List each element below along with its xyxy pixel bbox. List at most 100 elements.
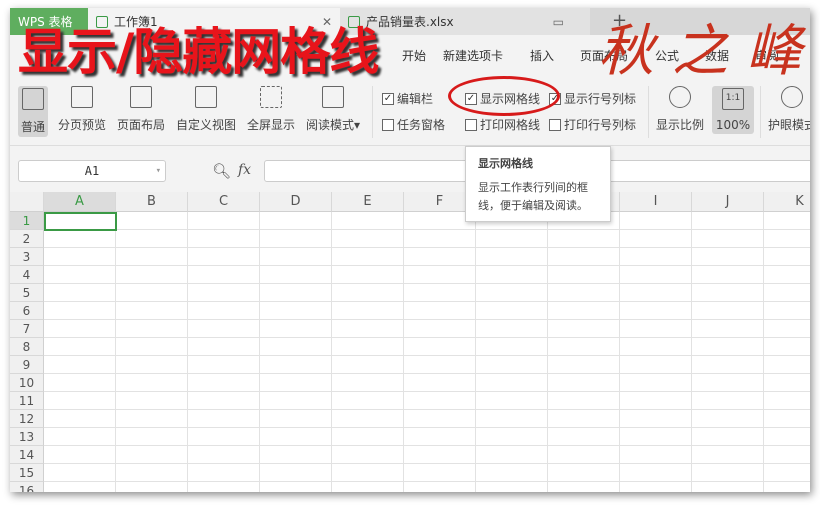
one-to-one-icon: 1:1 — [722, 88, 744, 110]
active-cell-a1[interactable] — [44, 212, 117, 231]
label: 编辑栏 — [397, 92, 434, 106]
row-header[interactable]: 6 — [10, 302, 44, 320]
gridline — [115, 212, 116, 492]
column-header[interactable]: E — [332, 192, 404, 212]
divider — [372, 86, 373, 138]
row-header[interactable]: 3 — [10, 248, 44, 266]
gridline — [44, 337, 810, 338]
column-header[interactable]: C — [188, 192, 260, 212]
checkbox-task-pane[interactable]: 任务窗格 — [382, 116, 445, 133]
tooltip-body: 显示工作表行列间的框线，便于编辑及阅读。 — [478, 181, 588, 212]
view-normal-button[interactable]: 普通 — [18, 86, 49, 137]
grid-icon — [22, 88, 44, 110]
row-header[interactable]: 11 — [10, 392, 44, 410]
checkbox-box — [465, 118, 477, 131]
view-fullscreen-button[interactable]: 全屏显示 — [247, 86, 295, 133]
gridline — [763, 212, 764, 492]
row-header[interactable]: 4 — [10, 266, 44, 284]
label: 打印网格线 — [480, 118, 541, 132]
label: 打印行号列标 — [564, 118, 637, 132]
row-header[interactable]: 10 — [10, 374, 44, 392]
row-header[interactable]: 5 — [10, 284, 44, 302]
row-header[interactable]: 1 — [10, 212, 44, 230]
row-header[interactable]: 2 — [10, 230, 44, 248]
gridline — [403, 212, 404, 492]
gridline — [44, 301, 810, 302]
checkbox-print-gridlines[interactable]: 打印网格线 — [465, 116, 540, 133]
menu-insert[interactable]: 插入 — [530, 47, 554, 64]
gridline — [259, 212, 260, 492]
fx-icon[interactable]: fx — [238, 162, 251, 178]
gridline — [44, 445, 810, 446]
label: 显示比例 — [656, 118, 705, 132]
cell-ref: A1 — [84, 164, 100, 178]
view-page-layout-button[interactable]: 页面布局 — [117, 86, 165, 133]
select-all-corner[interactable] — [10, 192, 44, 212]
view-toolbar: 普通 分页预览 页面布局 自定义视图 全屏显示 阅读模式▾ ✓ 编辑栏 任务窗格 … — [10, 78, 810, 146]
label: 普通 — [21, 120, 46, 134]
monitor-icon[interactable]: ▭ — [553, 15, 564, 29]
column-header[interactable]: B — [116, 192, 188, 212]
gridline — [547, 212, 548, 492]
gridline — [44, 319, 810, 320]
gridline — [44, 355, 810, 356]
row-header[interactable]: 13 — [10, 428, 44, 446]
zoom-100-button[interactable]: 1:1 100% — [712, 86, 754, 134]
zoom-percent-icon — [669, 86, 691, 108]
label: 自定义视图 — [176, 118, 237, 132]
menu-home[interactable]: 开始 — [402, 47, 426, 64]
chevron-down-icon[interactable]: ▾ — [156, 161, 161, 181]
page-icon — [130, 86, 152, 108]
gridline — [44, 463, 810, 464]
column-header[interactable]: K — [764, 192, 810, 212]
zoom-ratio-button[interactable]: 显示比例 — [656, 86, 704, 133]
formula-bar: A1 ▾ 🔍︎ fx — [10, 158, 810, 188]
gridline — [44, 283, 810, 284]
gridline — [619, 212, 620, 492]
label: 阅读模式 — [306, 118, 355, 132]
eye-icon — [781, 86, 803, 108]
menu-new-tab[interactable]: 新建选项卡 — [443, 47, 503, 64]
checkbox-formula-bar[interactable]: ✓ 编辑栏 — [382, 90, 433, 107]
check-icon: ✓ — [382, 92, 394, 105]
checkbox-print-headings[interactable]: 打印行号列标 — [549, 116, 636, 133]
view-custom-button[interactable]: 自定义视图 — [176, 86, 236, 133]
checkbox-box — [549, 118, 561, 131]
divider — [648, 86, 649, 138]
signature-logo: 秋之峰 — [598, 19, 820, 84]
name-box[interactable]: A1 ▾ — [18, 160, 166, 182]
label: 显示行号列标 — [564, 92, 637, 106]
divider — [760, 86, 761, 138]
gridline — [44, 265, 810, 266]
gridline — [44, 427, 810, 428]
view-reading-button[interactable]: 阅读模式▾ — [306, 86, 360, 133]
fullscreen-icon — [260, 86, 282, 108]
gridline — [44, 409, 810, 410]
gridline — [691, 212, 692, 492]
gridline — [44, 373, 810, 374]
tab-label: 产品销量表.xlsx — [366, 15, 454, 29]
column-header[interactable]: I — [620, 192, 692, 212]
column-header[interactable]: D — [260, 192, 332, 212]
row-header[interactable]: 16 — [10, 482, 44, 492]
checkbox-show-headings[interactable]: ✓ 显示行号列标 — [549, 90, 636, 107]
label: 100% — [715, 118, 751, 132]
highlight-circle — [448, 76, 560, 116]
spreadsheet-grid[interactable]: ABCDEFGHIJK12345678910111213141516 — [10, 192, 810, 492]
label: 护眼模式 — [768, 118, 810, 132]
label: 分页预览 — [58, 118, 107, 132]
row-header[interactable]: 9 — [10, 356, 44, 374]
row-header[interactable]: 14 — [10, 446, 44, 464]
column-header[interactable]: A — [44, 192, 116, 212]
eye-protection-button[interactable]: 护眼模式 — [768, 86, 810, 133]
row-header[interactable]: 12 — [10, 410, 44, 428]
row-header[interactable]: 8 — [10, 338, 44, 356]
gridline — [475, 212, 476, 492]
row-header[interactable]: 7 — [10, 320, 44, 338]
zoom-formula-icon[interactable]: 🔍︎ — [212, 162, 231, 180]
gridline — [44, 247, 810, 248]
column-header[interactable]: J — [692, 192, 764, 212]
view-page-break-button[interactable]: 分页预览 — [58, 86, 106, 133]
row-header[interactable]: 15 — [10, 464, 44, 482]
tooltip: 显示网格线 显示工作表行列间的框线，便于编辑及阅读。 — [465, 146, 611, 222]
